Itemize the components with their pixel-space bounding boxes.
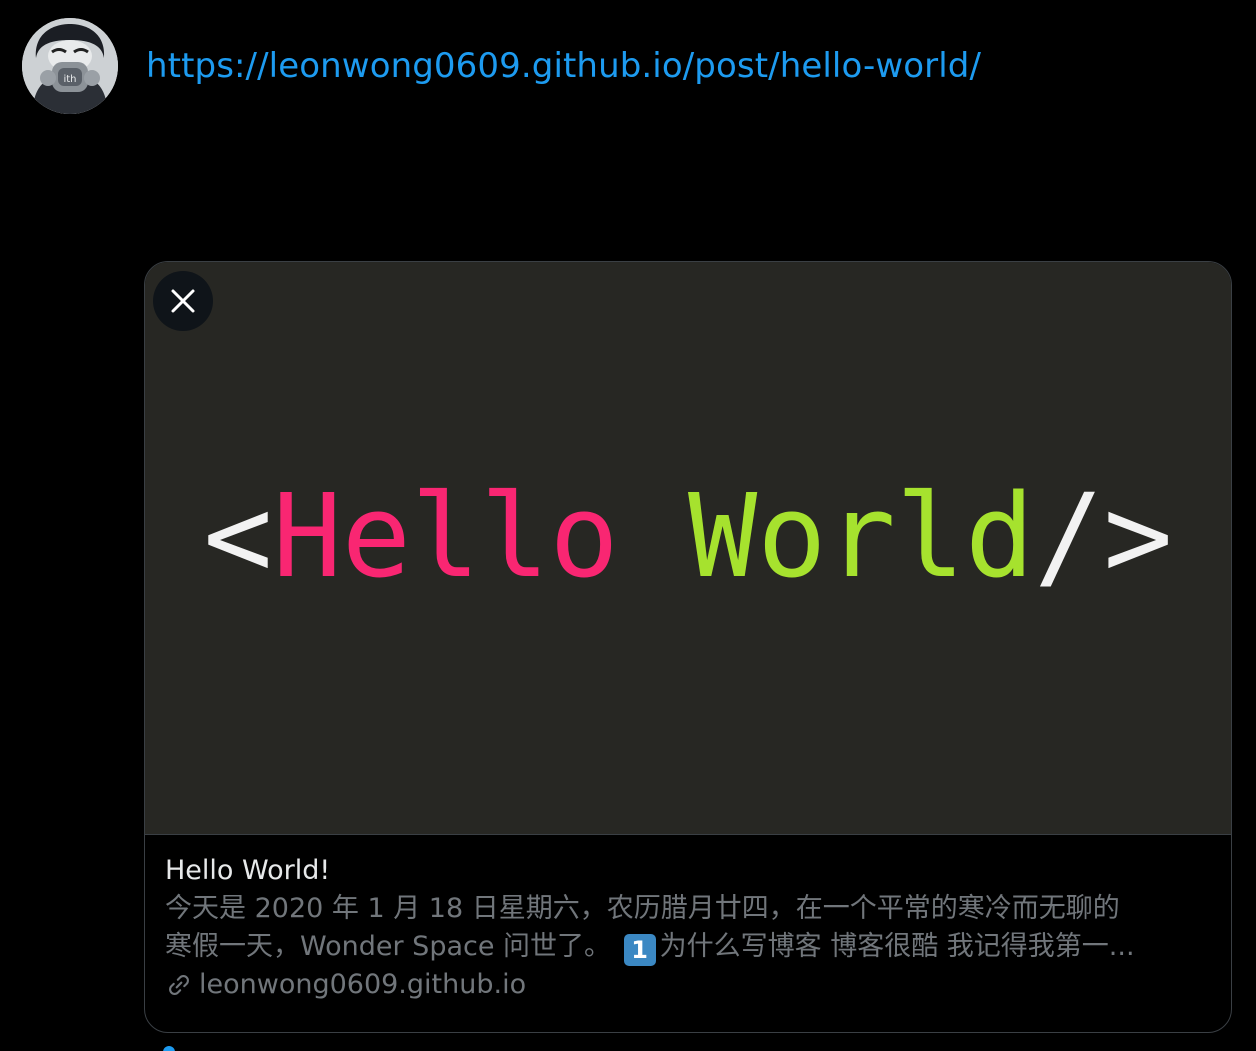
svg-text:ith: ith: [63, 74, 76, 85]
card-title: Hello World!: [165, 855, 331, 886]
card-domain: leonwong0609.github.io: [165, 966, 1215, 1004]
hero-space: [619, 470, 688, 604]
link-icon: [169, 975, 189, 995]
compose-text-url[interactable]: https://leonwong0609.github.io/post/hell…: [146, 40, 981, 92]
desc-segment-b: 为什么写博客 博客很酷 我记得我第一...: [659, 931, 1135, 962]
avatar[interactable]: ith: [22, 18, 118, 114]
compose-toolbar-edge: [163, 1046, 175, 1051]
card-domain-text: leonwong0609.github.io: [199, 969, 527, 1000]
close-icon: [171, 289, 195, 313]
hero-slash: /: [1034, 470, 1104, 604]
card-description-line-2: 寒假一天，Wonder Space 问世了。 1 为什么写博客 博客很酷 我记得我…: [165, 928, 1210, 966]
hero-world: World: [688, 470, 1035, 604]
keycap-one-icon: 1: [623, 934, 656, 966]
avatar-image: ith: [22, 18, 118, 114]
tweet-composer: ith https://leonwong0609.github.io/post/…: [0, 0, 1256, 1051]
link-preview-card[interactable]: <Hello World/> Hello World! 今天是 2020 年 1…: [144, 261, 1232, 1033]
hero-gt: >: [1103, 470, 1173, 604]
hero-hello: Hello: [272, 470, 619, 604]
hero-text: <Hello World/>: [145, 472, 1231, 602]
card-description-line-1: 今天是 2020 年 1 月 18 日星期六，农历腊月廿四，在一个平常的寒冷而无…: [165, 893, 1120, 924]
card-image: <Hello World/>: [145, 262, 1231, 835]
desc-segment-a: 寒假一天，Wonder Space 问世了。: [165, 931, 612, 962]
hero-lt: <: [203, 470, 273, 604]
remove-card-button[interactable]: [153, 271, 213, 331]
card-description: 今天是 2020 年 1 月 18 日星期六，农历腊月廿四，在一个平常的寒冷而无…: [165, 890, 1210, 966]
card-body: Hello World! 今天是 2020 年 1 月 18 日星期六，农历腊月…: [165, 852, 1215, 1004]
